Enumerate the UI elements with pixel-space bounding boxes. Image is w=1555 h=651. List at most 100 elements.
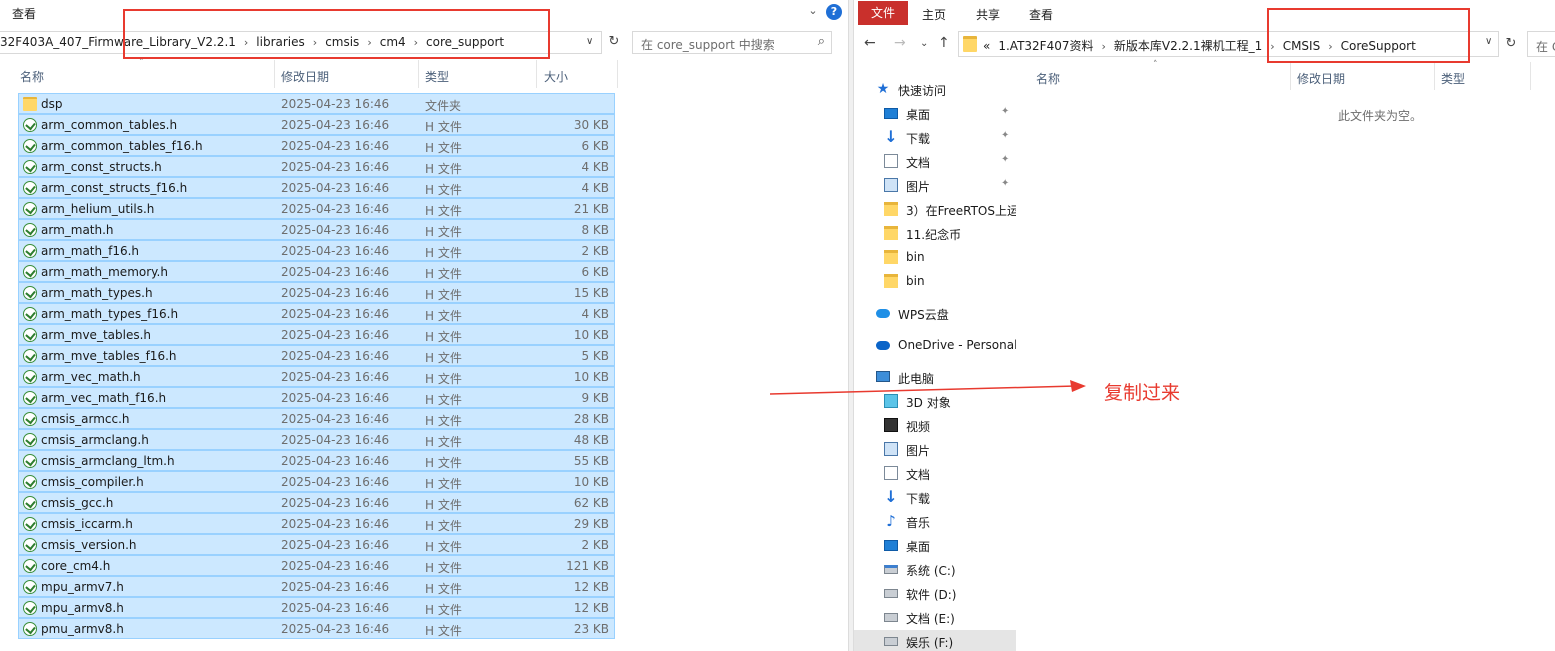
nav-item-label: 3）在FreeRTOS上运: [906, 204, 1016, 218]
pin-icon[interactable]: ✦: [1001, 154, 1009, 165]
nav-item[interactable]: 3）在FreeRTOS上运: [854, 198, 1016, 220]
file-name: arm_helium_utils.h: [41, 202, 155, 216]
help-icon[interactable]: ?: [826, 4, 842, 20]
file-date: 2025-04-23 16:46: [281, 580, 390, 594]
recent-locations-icon[interactable]: ⌄: [920, 38, 928, 49]
nav-item[interactable]: WPS云盘: [854, 302, 1016, 324]
refresh-icon[interactable]: ↻: [604, 31, 624, 54]
file-row[interactable]: arm_math_memory.h 2025-04-23 16:46 H 文件 6 K…: [18, 261, 615, 282]
pin-icon[interactable]: ✦: [1001, 130, 1009, 141]
nav-item[interactable]: 图片: [854, 438, 1016, 460]
address-dropdown-icon[interactable]: ∨: [1485, 36, 1492, 47]
ribbon-collapse-icon[interactable]: ⌄: [806, 4, 820, 18]
file-row[interactable]: arm_helium_utils.h 2025-04-23 16:46 H 文件 21…: [18, 198, 615, 219]
file-row[interactable]: cmsis_armclang.h 2025-04-23 16:46 H 文件 48 K…: [18, 429, 615, 450]
nav-item[interactable]: 视频: [854, 414, 1016, 436]
refresh-icon[interactable]: ↻: [1501, 31, 1521, 57]
file-row[interactable]: arm_const_structs.h 2025-04-23 16:46 H 文件 4…: [18, 156, 615, 177]
column-divider[interactable]: [1530, 62, 1531, 90]
file-type: H 文件: [425, 477, 462, 491]
ribbon-tab-home[interactable]: 主页: [922, 6, 946, 23]
file-row[interactable]: arm_common_tables_f16.h 2025-04-23 16:46 H…: [18, 135, 615, 156]
column-divider[interactable]: [1434, 62, 1435, 90]
address-dropdown-icon[interactable]: ∨: [586, 36, 593, 47]
file-name: cmsis_iccarm.h: [41, 517, 133, 531]
nav-item[interactable]: OneDrive - Personal: [854, 334, 1016, 356]
nav-item[interactable]: ↓ 下载: [854, 486, 1016, 508]
pin-icon[interactable]: ✦: [1001, 106, 1009, 117]
right-search-input[interactable]: 在 CoreSupport 中搜索: [1527, 31, 1555, 57]
file-row[interactable]: cmsis_iccarm.h 2025-04-23 16:46 H 文件 29 KB: [18, 513, 615, 534]
breadcrumb-separator-icon[interactable]: ›: [1101, 40, 1105, 53]
file-type: H 文件: [425, 309, 462, 323]
h-file-icon: [23, 622, 37, 636]
file-size: 62 KB: [573, 496, 609, 510]
file-row[interactable]: cmsis_armclang_ltm.h 2025-04-23 16:46 H 文件…: [18, 450, 615, 471]
column-size[interactable]: 大小: [544, 68, 568, 85]
nav-item-label: 图片: [906, 180, 931, 194]
nav-item[interactable]: bin: [854, 270, 1016, 292]
file-row[interactable]: cmsis_compiler.h 2025-04-23 16:46 H 文件 10 K…: [18, 471, 615, 492]
file-row[interactable]: core_cm4.h 2025-04-23 16:46 H 文件 121 KB: [18, 555, 615, 576]
column-divider[interactable]: [536, 60, 537, 88]
column-divider[interactable]: [418, 60, 419, 88]
file-row[interactable]: cmsis_gcc.h 2025-04-23 16:46 H 文件 62 KB: [18, 492, 615, 513]
column-type[interactable]: 类型: [1441, 70, 1465, 87]
file-row[interactable]: pmu_armv8.h 2025-04-23 16:46 H 文件 23 KB: [18, 618, 615, 639]
breadcrumb-item[interactable]: 1.AT32F407资料: [998, 39, 1093, 53]
column-name[interactable]: 名称: [1036, 70, 1060, 87]
column-date[interactable]: 修改日期: [281, 68, 329, 85]
file-row[interactable]: dsp 2025-04-23 16:46 文件夹: [18, 93, 615, 114]
nav-item[interactable]: 桌面 ✦: [854, 102, 1016, 124]
nav-item[interactable]: ↓ 下载 ✦: [854, 126, 1016, 148]
nav-item[interactable]: 11.纪念币: [854, 222, 1016, 244]
file-row[interactable]: cmsis_armcc.h 2025-04-23 16:46 H 文件 28 KB: [18, 408, 615, 429]
column-type[interactable]: 类型: [425, 68, 449, 85]
nav-item-label: 下载: [906, 132, 931, 146]
file-row[interactable]: arm_math.h 2025-04-23 16:46 H 文件 8 KB: [18, 219, 615, 240]
column-divider[interactable]: [274, 60, 275, 88]
forward-icon[interactable]: →: [894, 35, 906, 51]
file-size: 15 KB: [573, 286, 609, 300]
search-icon[interactable]: ⌕: [818, 34, 825, 49]
file-row[interactable]: cmsis_version.h 2025-04-23 16:46 H 文件 2 KB: [18, 534, 615, 555]
nav-item[interactable]: 文档 (E:): [854, 606, 1016, 628]
h-file-icon: [23, 223, 37, 237]
nav-item[interactable]: 系统 (C:): [854, 558, 1016, 580]
nav-item[interactable]: 文档: [854, 462, 1016, 484]
nav-item[interactable]: 娱乐 (F:): [854, 630, 1016, 651]
ribbon-tab-file[interactable]: 文件: [858, 1, 908, 25]
nav-item[interactable]: 图片 ✦: [854, 174, 1016, 196]
file-row[interactable]: arm_mve_tables_f16.h 2025-04-23 16:46 H 文件…: [18, 345, 615, 366]
file-row[interactable]: mpu_armv8.h 2025-04-23 16:46 H 文件 12 KB: [18, 597, 615, 618]
ribbon-tab-view[interactable]: 查看: [12, 5, 36, 22]
file-row[interactable]: arm_vec_math_f16.h 2025-04-23 16:46 H 文件 9 …: [18, 387, 615, 408]
back-icon[interactable]: ←: [864, 35, 876, 51]
file-row[interactable]: arm_math_types_f16.h 2025-04-23 16:46 H 文件…: [18, 303, 615, 324]
column-name[interactable]: 名称: [20, 68, 44, 85]
ribbon-tab-view[interactable]: 查看: [1029, 6, 1053, 23]
nav-item[interactable]: bin: [854, 246, 1016, 268]
column-date[interactable]: 修改日期: [1297, 70, 1345, 87]
nav-item[interactable]: 桌面: [854, 534, 1016, 556]
file-row[interactable]: arm_vec_math.h 2025-04-23 16:46 H 文件 10 KB: [18, 366, 615, 387]
nav-item[interactable]: ♪ 音乐: [854, 510, 1016, 532]
file-size: 4 KB: [581, 181, 609, 195]
pin-icon[interactable]: ✦: [1001, 178, 1009, 189]
file-row[interactable]: arm_const_structs_f16.h 2025-04-23 16:46 H…: [18, 177, 615, 198]
file-row[interactable]: arm_math_f16.h 2025-04-23 16:46 H 文件 2 KB: [18, 240, 615, 261]
column-divider[interactable]: [1290, 62, 1291, 90]
ribbon-tab-share[interactable]: 共享: [976, 6, 1000, 23]
up-icon[interactable]: ↑: [938, 35, 950, 51]
file-row[interactable]: arm_mve_tables.h 2025-04-23 16:46 H 文件 10 K…: [18, 324, 615, 345]
nav-item[interactable]: ★ 快速访问: [854, 78, 1016, 100]
breadcrumb-overflow-icon[interactable]: «: [983, 39, 990, 53]
file-row[interactable]: mpu_armv7.h 2025-04-23 16:46 H 文件 12 KB: [18, 576, 615, 597]
left-search-input[interactable]: 在 core_support 中搜索 ⌕: [632, 31, 832, 54]
nav-item[interactable]: 文档 ✦: [854, 150, 1016, 172]
column-divider[interactable]: [617, 60, 618, 88]
nav-item[interactable]: 软件 (D:): [854, 582, 1016, 604]
breadcrumb-item[interactable]: 新版本库V2.2.1裸机工程_1: [1114, 39, 1262, 53]
file-row[interactable]: arm_common_tables.h 2025-04-23 16:46 H 文件 3…: [18, 114, 615, 135]
file-row[interactable]: arm_math_types.h 2025-04-23 16:46 H 文件 15 K…: [18, 282, 615, 303]
